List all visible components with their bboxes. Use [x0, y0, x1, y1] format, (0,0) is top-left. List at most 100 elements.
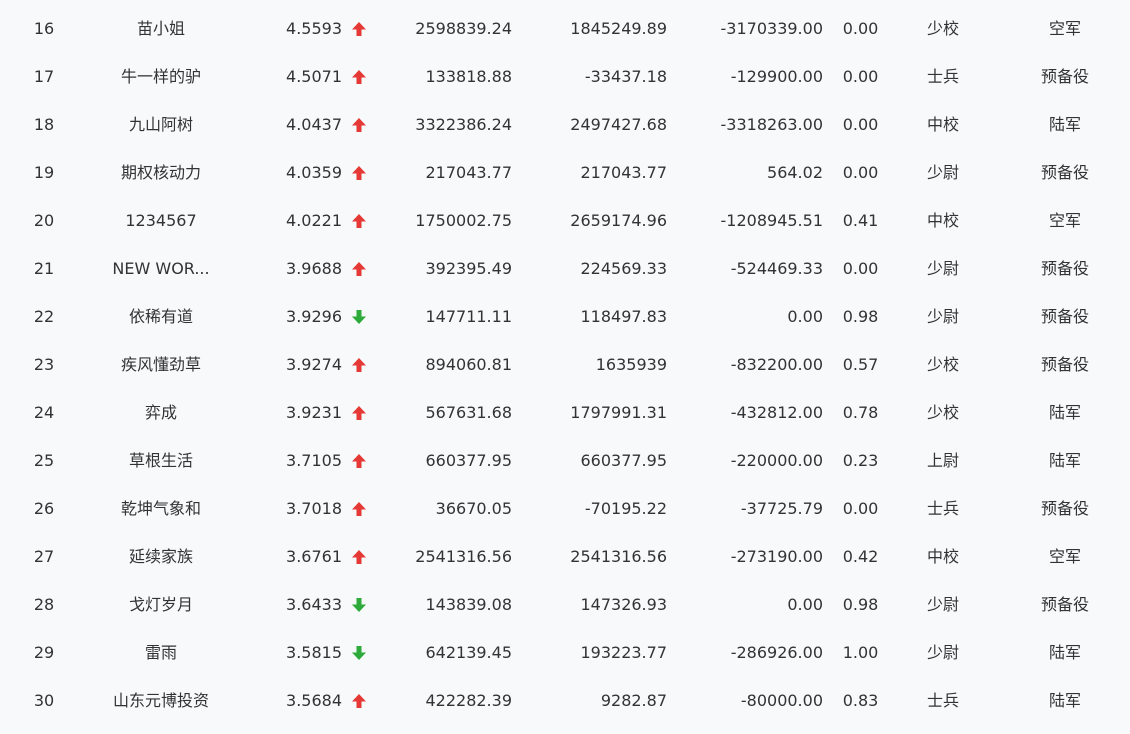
table-row[interactable]: 18 九山阿树 4.0437 3322386.24 2497427.68 -3318263… [0, 101, 1130, 149]
arrow-up-icon [352, 550, 366, 564]
value2-cell: 1797991.31 [570, 403, 667, 422]
score-cell: 3.6761 [286, 547, 342, 566]
arrow-up-icon [352, 262, 366, 276]
name-cell[interactable]: 依稀有道 [98, 293, 224, 341]
rank-cell: 23 [33, 355, 55, 374]
rank-title-cell: 士兵 [926, 67, 959, 86]
rank-title-cell: 中校 [926, 547, 959, 566]
rank-title-cell: 上尉 [926, 451, 959, 470]
value2-cell: 193223.77 [580, 643, 667, 662]
trend-cell [351, 629, 369, 677]
name-cell[interactable]: 延续家族 [98, 533, 224, 581]
branch-cell: 陆军 [1048, 451, 1081, 470]
value1-cell: 147711.11 [425, 307, 512, 326]
value1-cell: 143839.08 [425, 595, 512, 614]
table-row[interactable]: 30 山东元博投资 3.5684 422282.39 9282.87 -80000.00 0… [0, 677, 1130, 725]
value3-cell: -273190.00 [730, 547, 823, 566]
name-cell[interactable]: 期权核动力 [98, 149, 224, 197]
name-cell[interactable]: 乾坤气象和 [98, 485, 224, 533]
name-cell[interactable]: 1234567 [98, 197, 224, 245]
rank-title-cell: 士兵 [926, 691, 959, 710]
ranking-table: 16 苗小姐 4.5593 2598839.24 1845249.89 -3170339.… [0, 5, 1130, 725]
name-cell[interactable]: 疾风懂劲草 [98, 341, 224, 389]
value2-cell: 2659174.96 [570, 211, 667, 230]
table-row[interactable]: 19 期权核动力 4.0359 217043.77 217043.77 564.02 0.0… [0, 149, 1130, 197]
branch-cell: 预备役 [1040, 163, 1089, 182]
name-cell[interactable]: 苗小姐 [98, 5, 224, 53]
trend-cell [351, 5, 369, 53]
table-row[interactable]: 28 戈灯岁月 3.6433 143839.08 147326.93 0.00 0.98 少尉… [0, 581, 1130, 629]
value3-cell: -524469.33 [730, 259, 823, 278]
rate-cell: 1.00 [842, 643, 879, 662]
table-row[interactable]: 24 弈成 3.9231 567631.68 1797991.31 -432812.00 0… [0, 389, 1130, 437]
rank-cell: 19 [33, 163, 55, 182]
score-cell: 3.7018 [286, 499, 342, 518]
rate-cell: 0.00 [842, 499, 879, 518]
arrow-up-icon [352, 502, 366, 516]
value1-cell: 36670.05 [435, 499, 512, 518]
value1-cell: 894060.81 [425, 355, 512, 374]
rate-cell: 0.98 [842, 307, 879, 326]
rank-title-cell: 士兵 [926, 499, 959, 518]
value3-cell: -3318263.00 [720, 115, 823, 134]
value3-cell: -832200.00 [730, 355, 823, 374]
table-row[interactable]: 23 疾风懂劲草 3.9274 894060.81 1635939 -832200.00 0… [0, 341, 1130, 389]
value1-cell: 3322386.24 [415, 115, 512, 134]
rate-cell: 0.00 [842, 67, 879, 86]
trend-cell [351, 197, 369, 245]
value2-cell: 9282.87 [600, 691, 667, 710]
name-cell[interactable]: 戈灯岁月 [98, 581, 224, 629]
name-cell[interactable]: 草根生活 [98, 437, 224, 485]
arrow-up-icon [352, 358, 366, 372]
arrow-down-icon [352, 598, 366, 612]
table-row[interactable]: 26 乾坤气象和 3.7018 36670.05 -70195.22 -37725.79 0… [0, 485, 1130, 533]
table-row[interactable]: 20 1234567 4.0221 1750002.75 2659174.96 -1208… [0, 197, 1130, 245]
value2-cell: 1635939 [595, 355, 667, 374]
trend-cell [351, 533, 369, 581]
name-cell[interactable]: 山东元博投资 [98, 677, 224, 725]
rank-cell: 22 [33, 307, 55, 326]
table-row[interactable]: 17 牛一样的驴 4.5071 133818.88 -33437.18 -129900.0… [0, 53, 1130, 101]
trend-cell [351, 341, 369, 389]
rank-cell: 21 [33, 259, 55, 278]
trend-cell [351, 149, 369, 197]
value1-cell: 217043.77 [425, 163, 512, 182]
rank-title-cell: 少校 [926, 355, 959, 374]
rank-title-cell: 少尉 [926, 259, 959, 278]
name-cell[interactable]: 弈成 [98, 389, 224, 437]
branch-cell: 空军 [1048, 547, 1081, 566]
trend-cell [351, 485, 369, 533]
table-row[interactable]: 27 延续家族 3.6761 2541316.56 2541316.56 -273190.… [0, 533, 1130, 581]
trend-cell [351, 677, 369, 725]
name-cell[interactable]: 雷雨 [98, 629, 224, 677]
table-row[interactable]: 16 苗小姐 4.5593 2598839.24 1845249.89 -3170339.… [0, 5, 1130, 53]
value2-cell: -70195.22 [584, 499, 667, 518]
table-row[interactable]: 25 草根生活 3.7105 660377.95 660377.95 -220000.00… [0, 437, 1130, 485]
arrow-up-icon [352, 166, 366, 180]
rate-cell: 0.83 [842, 691, 879, 710]
table-row[interactable]: 22 依稀有道 3.9296 147711.11 118497.83 0.00 0.98 少尉… [0, 293, 1130, 341]
table-row[interactable]: 21 NEW WOR... 3.9688 392395.49 224569.33 -524… [0, 245, 1130, 293]
trend-cell [351, 437, 369, 485]
name-cell[interactable]: 牛一样的驴 [98, 53, 224, 101]
value1-cell: 660377.95 [425, 451, 512, 470]
arrow-up-icon [352, 118, 366, 132]
table-row[interactable]: 29 雷雨 3.5815 642139.45 193223.77 -286926.00 1.… [0, 629, 1130, 677]
arrow-up-icon [352, 406, 366, 420]
name-cell[interactable]: 九山阿树 [98, 101, 224, 149]
value1-cell: 392395.49 [425, 259, 512, 278]
arrow-up-icon [352, 22, 366, 36]
name-cell[interactable]: NEW WOR... [98, 245, 224, 293]
value2-cell: 217043.77 [580, 163, 667, 182]
rank-cell: 27 [33, 547, 55, 566]
value2-cell: 2497427.68 [570, 115, 667, 134]
value1-cell: 2598839.24 [415, 19, 512, 38]
rank-title-cell: 少校 [926, 403, 959, 422]
score-cell: 4.0359 [286, 163, 342, 182]
rank-cell: 28 [33, 595, 55, 614]
rate-cell: 0.98 [842, 595, 879, 614]
rank-cell: 30 [33, 691, 55, 710]
rank-cell: 24 [33, 403, 55, 422]
trend-cell [351, 101, 369, 149]
value2-cell: 224569.33 [580, 259, 667, 278]
